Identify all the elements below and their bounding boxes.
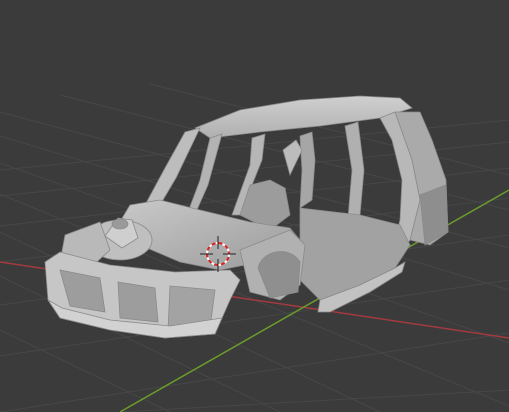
3d-viewport[interactable] xyxy=(0,0,509,412)
viewport-canvas[interactable] xyxy=(0,0,509,412)
car-body-shell[interactable] xyxy=(44,95,449,339)
